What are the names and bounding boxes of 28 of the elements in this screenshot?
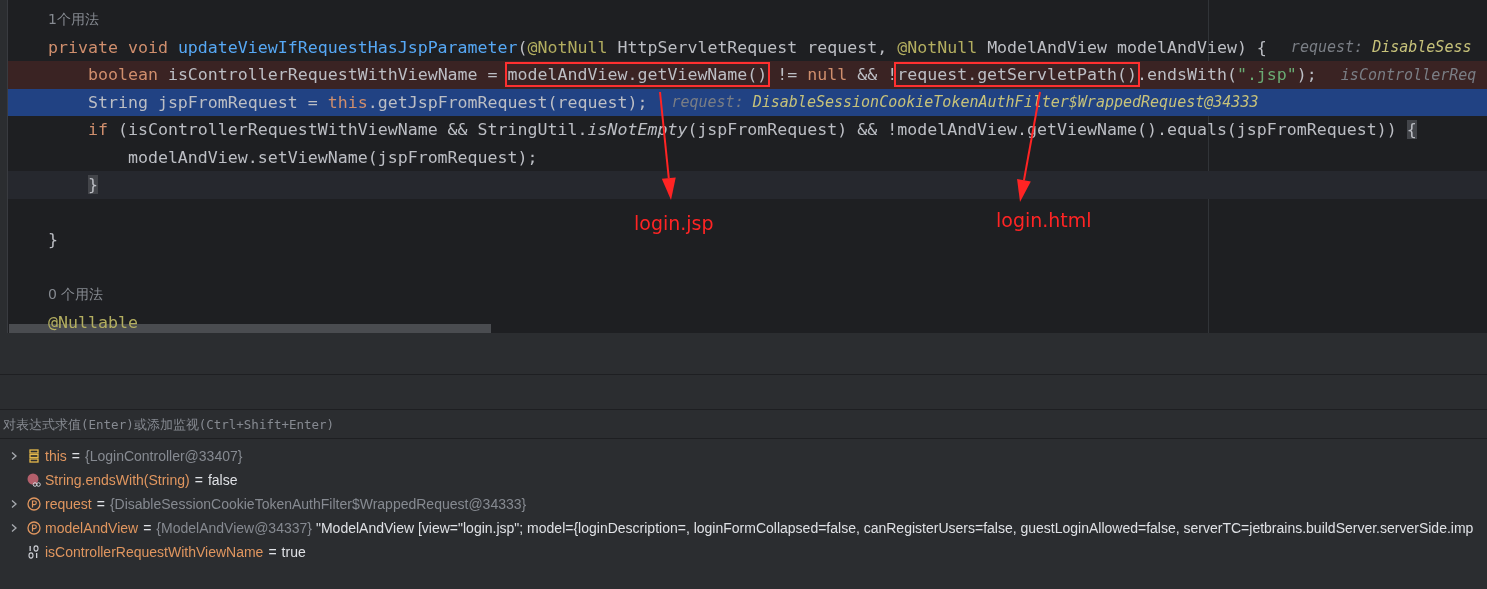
usage-hint[interactable]: 0 个用法 <box>48 285 104 304</box>
annotation-label: login.html <box>996 209 1092 231</box>
equals-sign: = <box>96 496 105 512</box>
annotation-label: login.jsp <box>634 212 714 234</box>
variable-name: isControllerRequestWithViewName <box>45 544 264 560</box>
object-reference: {DisableSessionCookieTokenAuthFilter$WrappedRequest@34333} <box>109 496 527 512</box>
code-line: } <box>48 230 58 250</box>
inline-value-hint: request: DisableSess <box>1290 38 1472 57</box>
variable-name: request <box>45 496 92 512</box>
equals-sign: = <box>268 544 277 560</box>
object-reference: {LoginController@33407} <box>85 448 243 464</box>
code-line: String jspFromRequest = this.getJspFromRequest(request); <box>86 92 648 112</box>
variable-name: String.endsWith(String) <box>45 472 190 488</box>
code-line: modelAndView.setViewName(jspFromRequest); <box>126 147 538 167</box>
variable-name: this <box>45 448 67 464</box>
variable-value: false <box>207 472 238 488</box>
code-line: private void updateViewIfRequestHasJspParameter(@NotNull HttpServletRequest request, @NotNull ModelAndView modelAndView) { <box>48 37 1267 57</box>
object-reference: {ModelAndView@34337} <box>156 520 312 536</box>
code-line: boolean isControllerRequestWithViewName = modelAndView.getViewName() != null && !request.getServletPath().endsWith(".jsp"); <box>48 65 1317 85</box>
equals-sign: = <box>194 472 203 488</box>
equals-sign: = <box>71 448 80 464</box>
variable-name: modelAndView <box>45 520 139 536</box>
usage-hint[interactable]: 1个用法 <box>48 10 99 29</box>
inline-value-hint: isControllerReq <box>1340 65 1477 84</box>
variable-value: true <box>281 544 306 560</box>
variable-value: "ModelAndView [view="login.jsp"; model={loginDescription=, loginFormCollapsed=false, canRegisterUsers=false, guestLoginAllowed=false, serverTC=jetbrains.buildServer.serverSide.imp <box>315 520 1474 536</box>
code-line: @Nullable <box>48 312 138 332</box>
equals-sign: = <box>143 520 152 536</box>
